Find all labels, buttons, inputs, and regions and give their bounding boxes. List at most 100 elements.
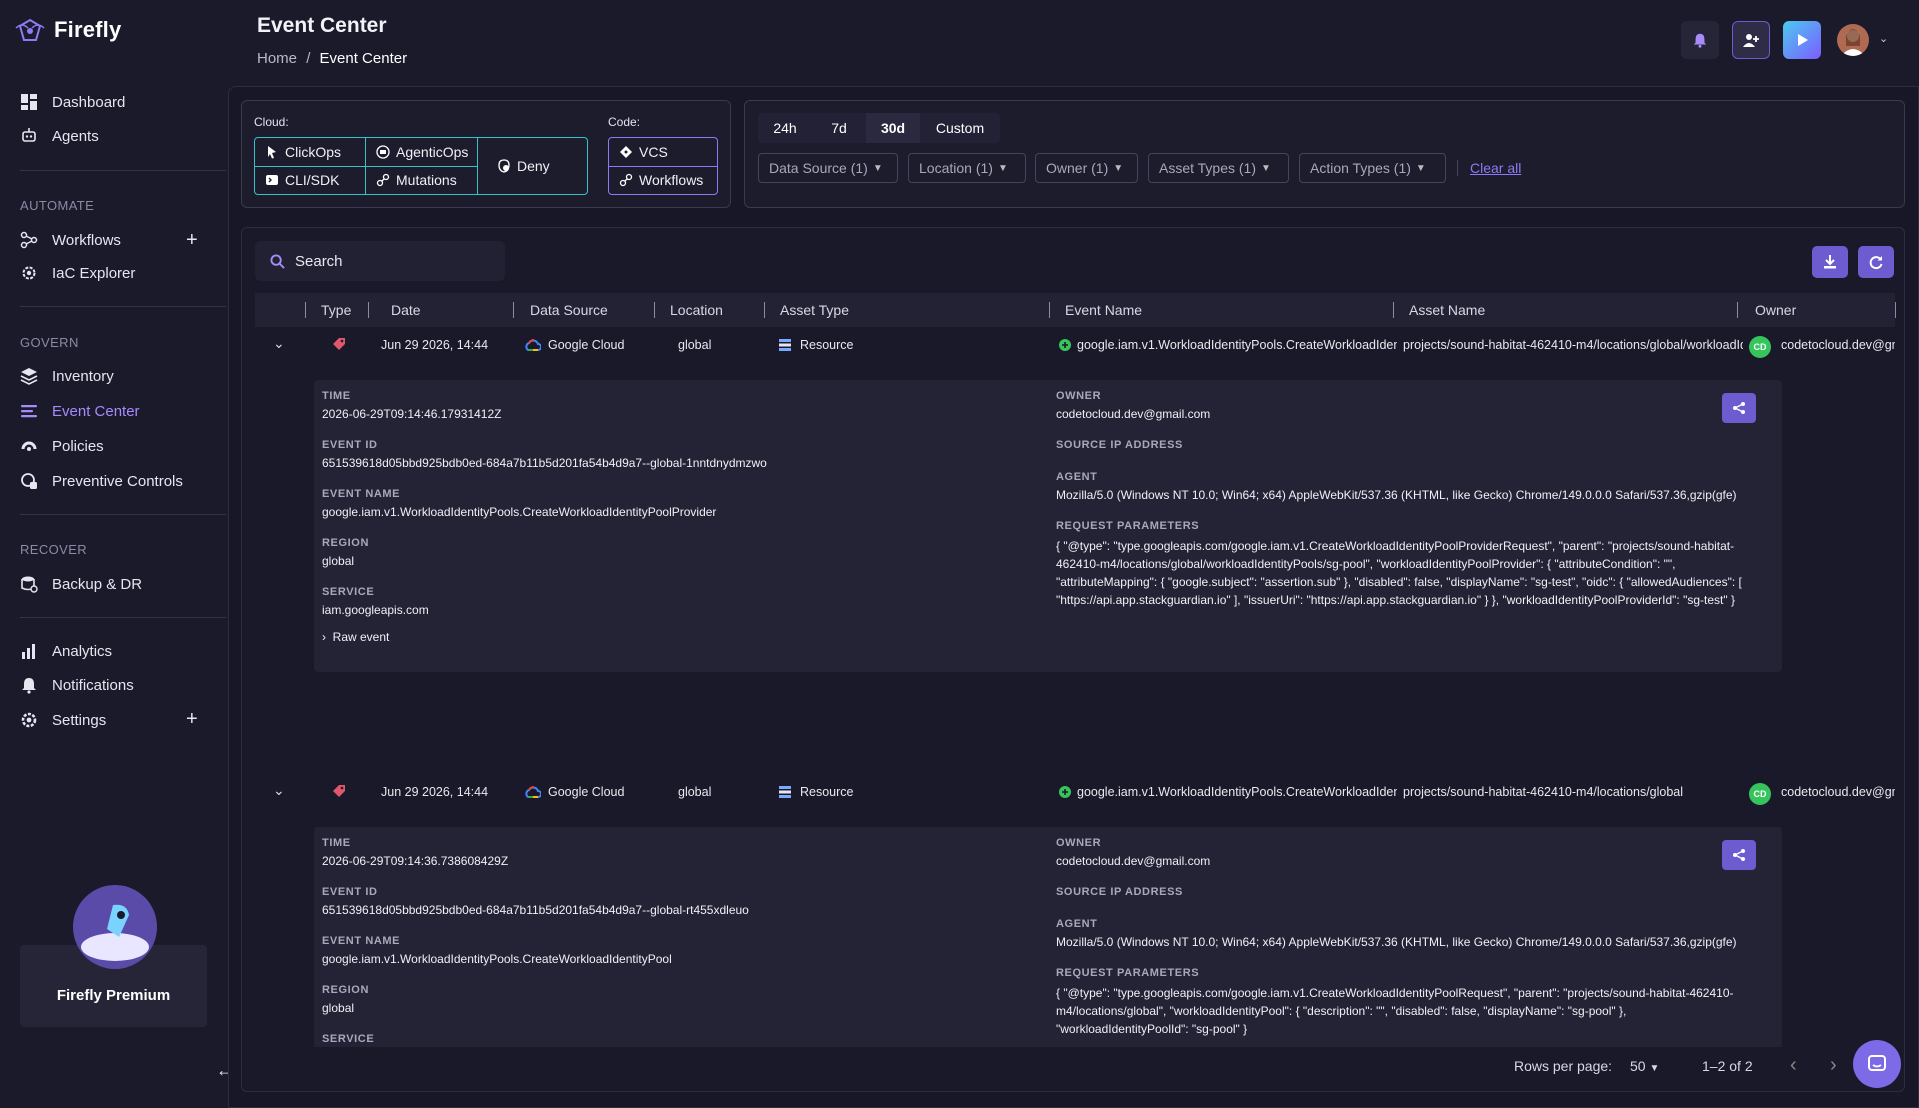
nav-policies[interactable]: Policies (20, 435, 104, 457)
invite-user-button[interactable] (1732, 21, 1770, 59)
divider (20, 617, 226, 618)
nav-settings[interactable]: Settings (20, 709, 106, 731)
nav-iac-explorer[interactable]: IaC Explorer (20, 262, 135, 284)
detail-event-id: 651539618d05bbd925bdb0ed-684a7b11b5d201f… (322, 903, 749, 917)
google-cloud-icon (525, 339, 541, 351)
column-asset-name[interactable]: Asset Name (1409, 302, 1485, 318)
premium-card[interactable]: Firefly Premium (20, 885, 207, 1027)
column-location[interactable]: Location (670, 302, 723, 318)
download-icon (1824, 255, 1836, 269)
share-button[interactable] (1722, 393, 1756, 423)
row-data-source: Google Cloud (548, 785, 625, 799)
raw-event-toggle[interactable]: › Raw event (322, 630, 389, 644)
action-types-dropdown[interactable]: Action Types (1) ▼ (1299, 153, 1446, 183)
filter-deny[interactable]: Deny (487, 152, 550, 180)
caret-down-icon: ▼ (1261, 162, 1271, 174)
nav-notifications[interactable]: Notifications (20, 674, 134, 696)
table-row[interactable]: ⌄ Jun 29 2026, 14:44 Google Cloud global… (255, 777, 1895, 807)
nav-event-center[interactable]: Event Center (20, 400, 140, 422)
column-type[interactable]: Type (321, 302, 351, 318)
google-cloud-icon (525, 786, 541, 798)
bell-button[interactable] (1681, 21, 1719, 59)
settings-gear-icon (21, 712, 37, 728)
filter-mutations[interactable]: Mutations (366, 166, 457, 194)
bell-icon (1693, 33, 1707, 48)
nav-analytics[interactable]: Analytics (20, 640, 112, 662)
caret-down-icon: ▼ (997, 162, 1008, 174)
nav-label: Analytics (52, 642, 113, 660)
nav-workflows[interactable]: Workflows (20, 229, 121, 251)
location-dropdown[interactable]: Location (1) ▼ (908, 153, 1026, 183)
app-logo[interactable]: Firefly (14, 16, 121, 44)
filter-cli-sdk[interactable]: CLI/SDK (255, 166, 339, 194)
filter-code-workflows[interactable]: Workflows (609, 166, 703, 194)
nav-dashboard[interactable]: Dashboard (20, 91, 125, 113)
nav-preventive-controls[interactable]: Preventive Controls (20, 470, 183, 492)
detail-agent: Mozilla/5.0 (Windows NT 10.0; Win64; x64… (1056, 488, 1737, 502)
play-button[interactable] (1783, 21, 1821, 59)
row-date: Jun 29 2026, 14:44 (381, 785, 489, 799)
share-button[interactable] (1722, 840, 1756, 870)
refresh-button[interactable] (1858, 246, 1894, 278)
owner-dropdown[interactable]: Owner (1) ▼ (1035, 153, 1138, 183)
code-label: Code: (608, 115, 641, 129)
time-24h[interactable]: 24h (758, 113, 812, 143)
nav-label: Agents (52, 127, 99, 145)
next-page-icon[interactable]: › (1830, 1054, 1837, 1077)
caret-down-icon: ▼ (1415, 162, 1426, 174)
event-detail-panel: TIME 2026-06-29T09:14:36.738608429Z EVEN… (314, 827, 1782, 1047)
filter-clickops[interactable]: ClickOps (255, 138, 341, 166)
breadcrumb: Home / Event Center (257, 50, 407, 67)
detail-agent: Mozilla/5.0 (Windows NT 10.0; Win64; x64… (1056, 935, 1737, 949)
column-event-name[interactable]: Event Name (1065, 302, 1142, 318)
detail-service: iam.googleapis.com (322, 603, 429, 617)
search-input[interactable]: Search (255, 241, 505, 281)
cloud-label: Cloud: (254, 115, 289, 129)
column-date[interactable]: Date (391, 302, 421, 318)
backup-icon (21, 576, 38, 593)
expand-chevron-icon[interactable]: ⌄ (273, 335, 285, 352)
add-workflow-button[interactable]: + (186, 230, 198, 250)
detail-event-name: google.iam.v1.WorkloadIdentityPools.Crea… (322, 952, 672, 966)
row-asset-type: Resource (800, 338, 854, 352)
chat-icon (1868, 1055, 1886, 1071)
nav-backup-dr[interactable]: Backup & DR (20, 573, 142, 595)
column-data-source[interactable]: Data Source (530, 302, 608, 318)
time-30d[interactable]: 30d (866, 113, 920, 143)
cursor-click-icon (268, 146, 276, 159)
clear-all-link[interactable]: Clear all (1470, 160, 1521, 176)
user-avatar[interactable] (1837, 24, 1869, 56)
column-owner[interactable]: Owner (1755, 302, 1796, 318)
table-row[interactable]: ⌄ Jun 29 2026, 14:44 Google Cloud global… (255, 330, 1895, 360)
user-menu-chevron-icon[interactable]: ⌄ (1879, 32, 1888, 45)
time-custom[interactable]: Custom (920, 113, 1000, 143)
nav-label: Inventory (52, 367, 114, 385)
workflows-icon (20, 231, 38, 249)
nav-inventory[interactable]: Inventory (20, 365, 114, 387)
filter-agenticops[interactable]: AgenticOps (366, 138, 468, 166)
section-automate: AUTOMATE (20, 198, 95, 213)
nav-agents[interactable]: Agents (20, 125, 99, 147)
prev-page-icon[interactable]: ‹ (1790, 1054, 1797, 1077)
row-date: Jun 29 2026, 14:44 (381, 338, 489, 352)
pagination-range: 1–2 of 2 (1702, 1058, 1753, 1074)
create-plus-icon (1059, 339, 1071, 351)
add-settings-button[interactable]: + (186, 709, 198, 729)
chat-launcher-button[interactable] (1853, 1040, 1901, 1088)
asset-types-dropdown[interactable]: Asset Types (1) ▼ (1148, 153, 1289, 183)
breadcrumb-home[interactable]: Home (257, 50, 297, 67)
data-source-dropdown[interactable]: Data Source (1) ▼ (758, 153, 898, 183)
nav-label: Event Center (52, 402, 140, 420)
owner-avatar: CD (1749, 336, 1771, 358)
divider (20, 170, 226, 171)
download-button[interactable] (1812, 246, 1848, 278)
detail-event-id: 651539618d05bbd925bdb0ed-684a7b11b5d201f… (322, 456, 767, 470)
rows-per-page-select[interactable]: 50 ▼ (1630, 1058, 1659, 1074)
row-owner: codetocloud.dev@gmail.com (1781, 338, 1895, 352)
detail-region: global (322, 1001, 355, 1015)
column-asset-type[interactable]: Asset Type (780, 302, 849, 318)
terminal-icon (266, 175, 278, 185)
time-7d[interactable]: 7d (812, 113, 866, 143)
filter-vcs[interactable]: VCS (609, 138, 668, 166)
expand-chevron-icon[interactable]: ⌄ (273, 782, 285, 799)
